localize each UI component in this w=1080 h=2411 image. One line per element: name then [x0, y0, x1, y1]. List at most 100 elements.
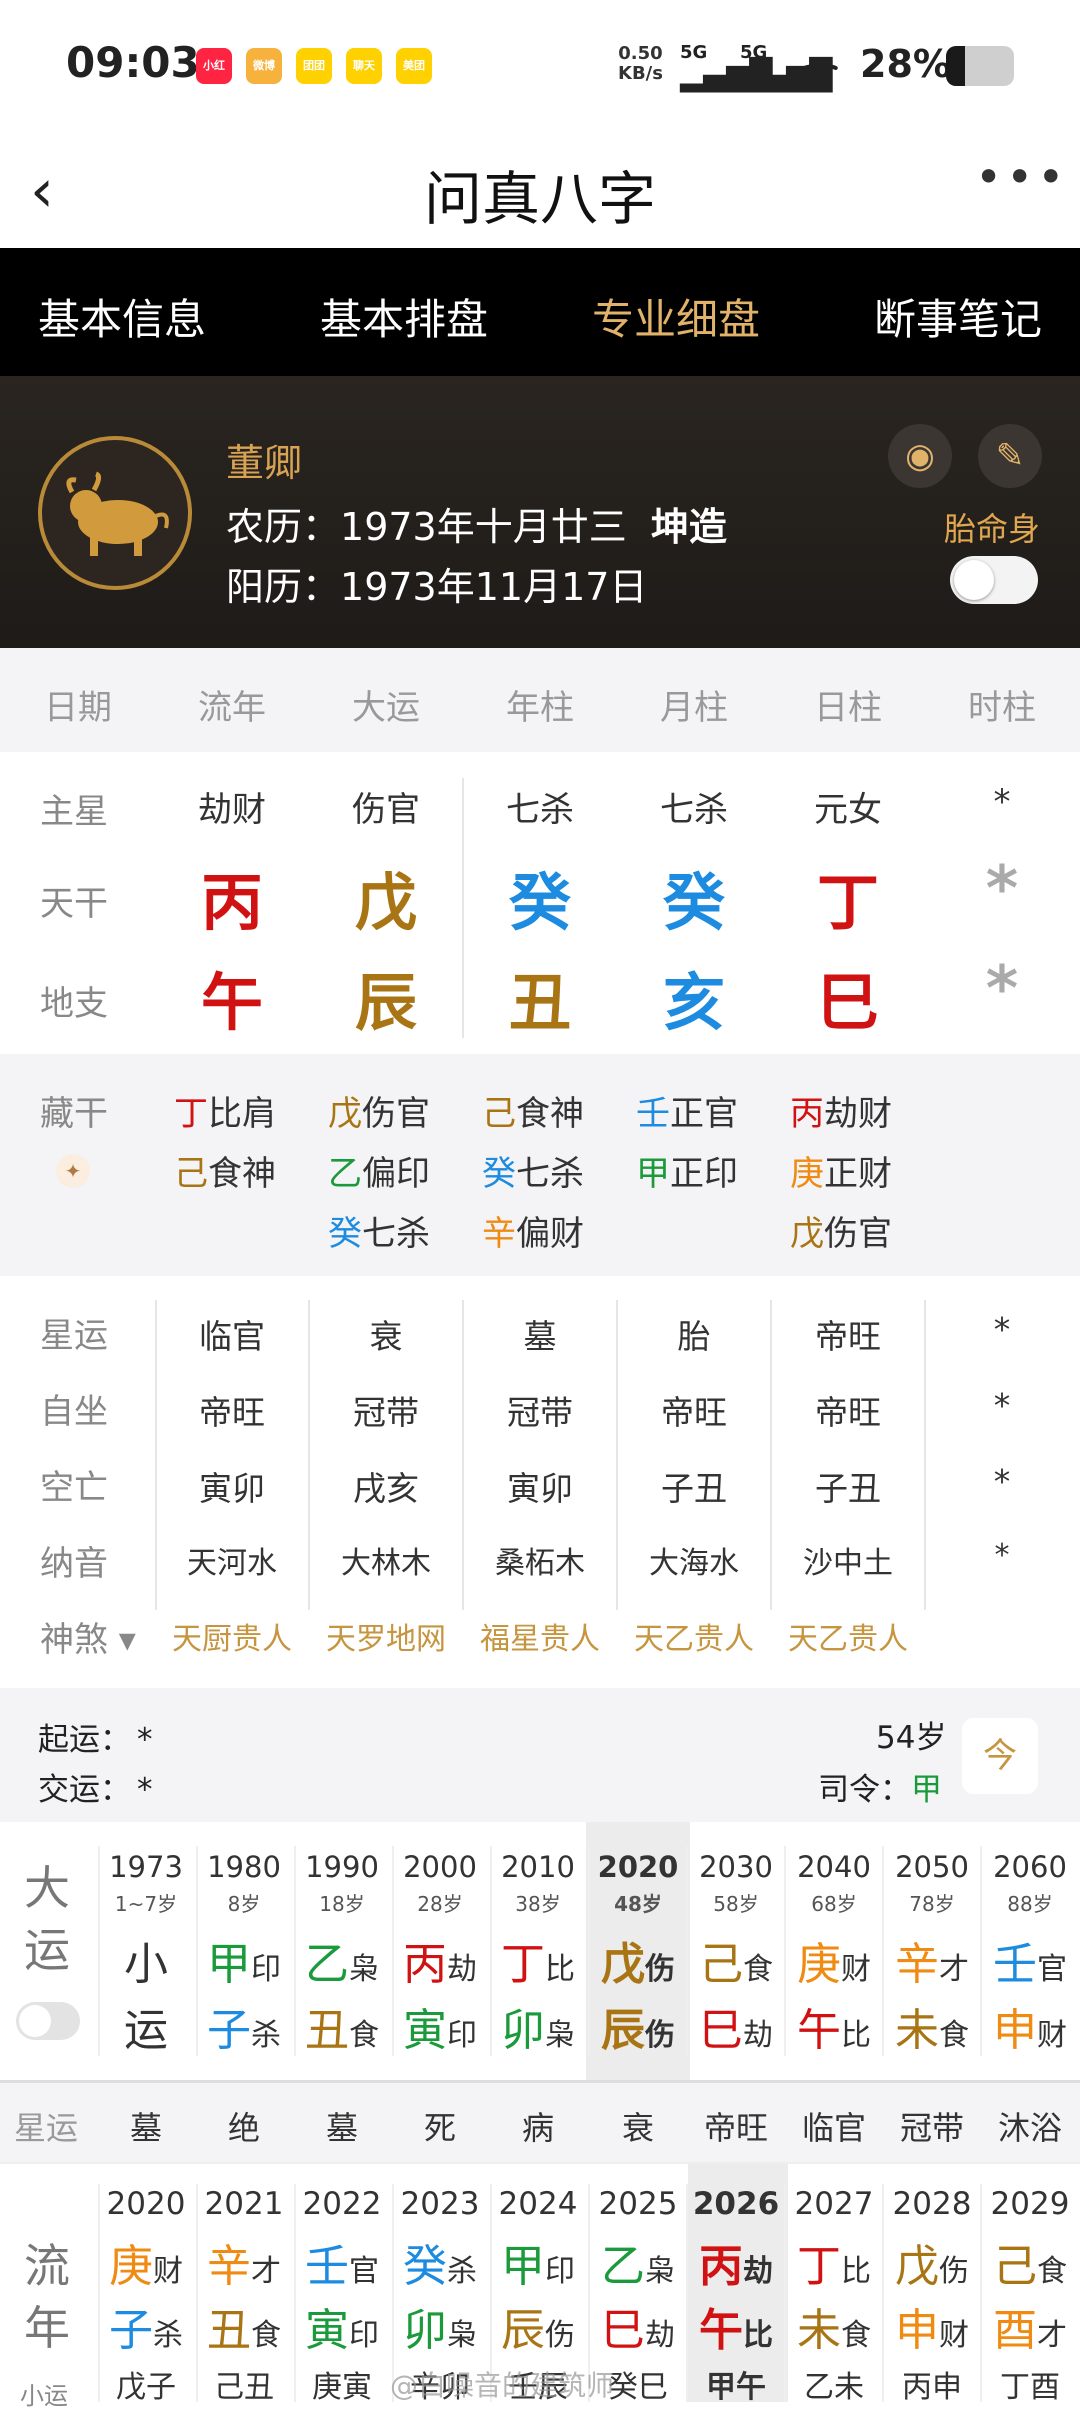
dayun-branch: 寅印	[392, 1994, 488, 2058]
shensha-value[interactable]: 天乙贵人	[773, 1614, 923, 1658]
liunian-year[interactable]: 2025	[590, 2186, 686, 2222]
shensha-label[interactable]: 神煞 ▾	[40, 1612, 136, 1661]
liunian-branch: 未食	[786, 2294, 882, 2358]
calendar-today-icon[interactable]: 今	[962, 1718, 1038, 1794]
liunian-year[interactable]: 2021	[196, 2186, 292, 2222]
dayun-year[interactable]: 2060	[982, 1850, 1078, 1884]
shensha-value[interactable]: 天乙贵人	[619, 1614, 769, 1658]
tab-pro-chart[interactable]: 专业细盘	[592, 286, 760, 347]
watermark: @白噪音的建筑师	[390, 2369, 615, 2402]
dizhi-label: 地支	[40, 984, 108, 1024]
column-header: 月柱	[660, 688, 728, 728]
column-header: 时柱	[968, 688, 1036, 728]
eye-icon[interactable]: ◉	[888, 424, 952, 488]
more-icon[interactable]: •••	[975, 150, 1068, 204]
dayun-year[interactable]: 2010	[490, 1850, 586, 1884]
info-value: 天河水	[187, 1546, 277, 1581]
liunian-branch: 午比	[688, 2294, 784, 2358]
liunian-stem: 丙劫	[688, 2230, 784, 2294]
xingyun-value: 绝	[227, 2109, 260, 2147]
xiaoyun-ganzhi: 乙未	[804, 2370, 864, 2405]
shensha-value[interactable]: 天厨贵人	[157, 1614, 307, 1658]
tab-notes[interactable]: 断事笔记	[874, 286, 1042, 347]
pin-icon[interactable]: ✦	[56, 1154, 90, 1188]
edit-icon[interactable]: ✎	[978, 424, 1042, 488]
info-value: 临官	[199, 1317, 265, 1356]
info-value: 寅卯	[507, 1469, 573, 1508]
liunian-branch-god: 印	[349, 2318, 379, 2353]
liunian-year[interactable]: 2029	[982, 2186, 1078, 2222]
canggan-ten-god: 正财	[824, 1154, 892, 1194]
main-star-value: 七杀	[660, 790, 728, 830]
divider	[490, 1846, 492, 2056]
liunian-branch-god: 比	[743, 2318, 773, 2353]
dizhi-char: 亥	[662, 966, 725, 1039]
liunian-branch: 酉才	[982, 2294, 1078, 2358]
shensha-value[interactable]: 天罗地网	[311, 1614, 461, 1658]
dayun-branch-god: 食	[939, 2018, 969, 2053]
canggan-stem: 丙	[790, 1094, 824, 1134]
taiming-toggle[interactable]	[950, 556, 1038, 604]
liunian-branch-char: 酉	[993, 2305, 1037, 2356]
xingyun-value: 墓	[325, 2109, 358, 2147]
liunian-year[interactable]: 2022	[294, 2186, 390, 2222]
canggan-label: 藏干	[40, 1094, 108, 1134]
liunian-stem-char: 壬	[305, 2241, 349, 2292]
liunian-title-2: 年	[24, 2301, 70, 2355]
dayun-stem-char: 壬	[993, 1939, 1037, 1990]
info-value: 大海水	[649, 1546, 739, 1581]
tab-basic-chart[interactable]: 基本排盘	[320, 286, 488, 347]
liunian-stem-char: 丙	[699, 2241, 743, 2292]
dayun-stem-god: 劫	[447, 1952, 477, 1987]
liunian-branch-god: 杀	[153, 2318, 183, 2353]
tab-basic-info[interactable]: 基本信息	[38, 286, 206, 347]
dayun-branch: 午比	[786, 1994, 882, 2058]
main-star-value: 七杀	[506, 790, 574, 830]
main-star-value: *	[993, 782, 1011, 822]
liunian-year[interactable]: 2024	[490, 2186, 586, 2222]
liunian-stem-god: 印	[545, 2254, 575, 2289]
canggan-stem: 庚	[790, 1154, 824, 1194]
tiangan-char: 癸	[508, 866, 571, 939]
dayun-year[interactable]: 1973	[98, 1850, 194, 1884]
dayun-year[interactable]: 2030	[688, 1850, 784, 1884]
siling-label: 司令：	[818, 1772, 911, 1808]
dayun-age: 1~7岁	[114, 1892, 178, 1916]
canggan-item: 癸七杀	[482, 1146, 584, 1195]
dayun-year[interactable]: 2020	[590, 1850, 686, 1884]
canggan-item: 庚正财	[790, 1146, 892, 1195]
dayun-year[interactable]: 2040	[786, 1850, 882, 1884]
dayun-year[interactable]: 2000	[392, 1850, 488, 1884]
info-value: 大林木	[341, 1546, 431, 1581]
liunian-year[interactable]: 2023	[392, 2186, 488, 2222]
lunar-date: 1973年十月廿三	[340, 505, 627, 549]
dayun-branch: 子杀	[196, 1994, 292, 2058]
liunian-stem-char: 丁	[797, 2241, 841, 2292]
dayun-toggle[interactable]	[16, 2002, 80, 2040]
liunian-stem-char: 庚	[109, 2241, 153, 2292]
liunian-year[interactable]: 2028	[884, 2186, 980, 2222]
canggan-item: 辛偏财	[482, 1206, 584, 1255]
liunian-year[interactable]: 2026	[688, 2186, 784, 2222]
column-header: 日期	[44, 688, 112, 728]
battery-percent: 28%	[860, 42, 951, 86]
canggan-item: 己食神	[482, 1086, 584, 1135]
info-value: 衰	[369, 1317, 403, 1356]
canggan-item: 己食神	[174, 1146, 276, 1195]
canggan-stem: 辛	[482, 1214, 516, 1254]
dayun-year[interactable]: 1980	[196, 1850, 292, 1884]
dayun-branch-char: 申	[993, 2005, 1037, 2056]
dayun-year[interactable]: 1990	[294, 1850, 390, 1884]
xingyun-label: 星运	[14, 2109, 79, 2147]
page-title: 问真八字	[423, 165, 656, 233]
liunian-branch-char: 卯	[403, 2305, 447, 2356]
divider	[882, 2184, 884, 2402]
shensha-value[interactable]: 福星贵人	[465, 1614, 615, 1658]
liunian-stem-god: 劫	[743, 2254, 773, 2289]
dayun-year[interactable]: 2050	[884, 1850, 980, 1884]
info-value: *	[994, 1538, 1010, 1573]
info-value: 墓	[523, 1317, 557, 1356]
liunian-year[interactable]: 2020	[98, 2186, 194, 2222]
info-value: 帝旺	[661, 1393, 727, 1432]
liunian-year[interactable]: 2027	[786, 2186, 882, 2222]
